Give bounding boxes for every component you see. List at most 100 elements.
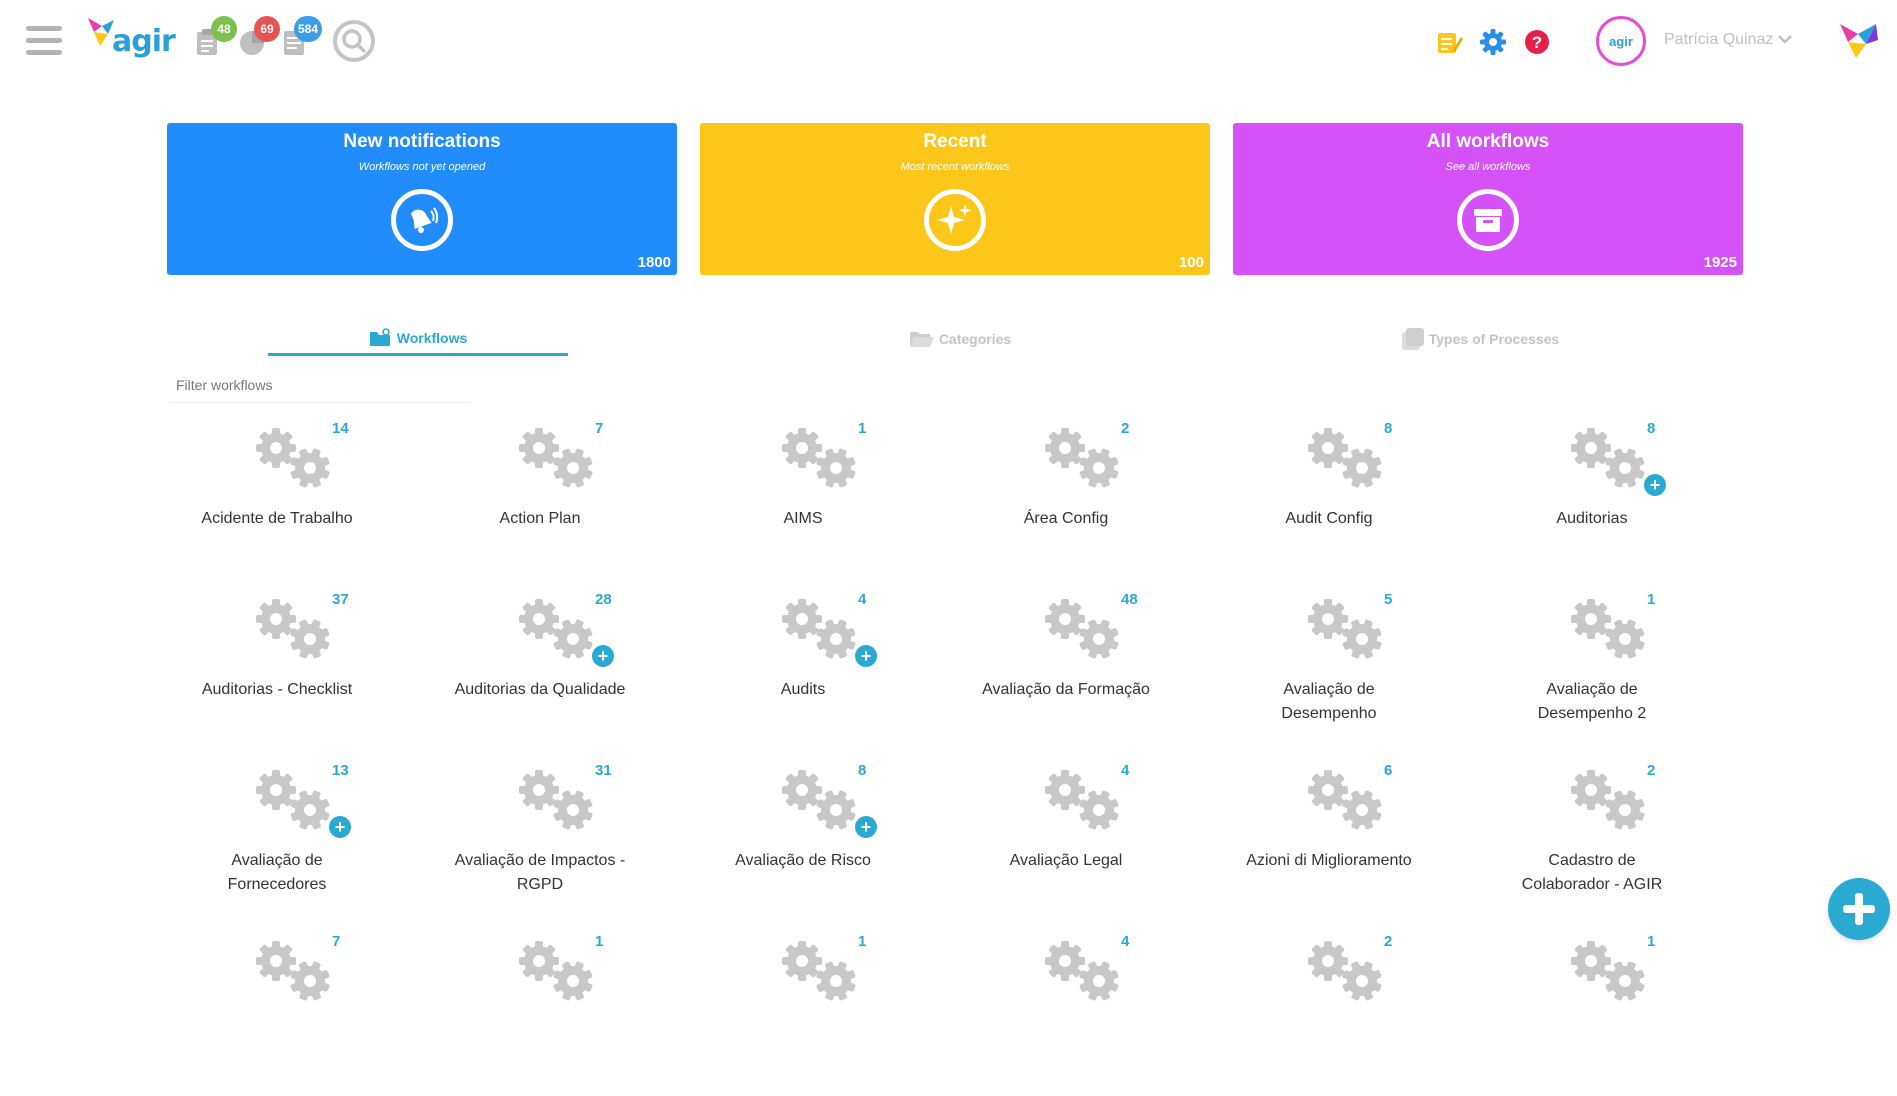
workflow-count: 5 — [1384, 591, 1393, 608]
workflow-count: 37 — [332, 591, 349, 608]
workflow-label: AIMS — [783, 510, 823, 527]
documents-shortcut[interactable]: 584 — [280, 16, 323, 58]
workflow-tile[interactable]: 2 Área Config — [959, 412, 1222, 583]
card-subtitle: Workflows not yet opened — [358, 161, 486, 173]
notes-icon — [1438, 33, 1463, 53]
notes-button[interactable] — [1435, 28, 1463, 56]
workflow-label: Audit Config — [1285, 510, 1373, 527]
reports-shortcut[interactable]: 69 — [236, 16, 280, 58]
card-count: 100 — [1178, 254, 1204, 271]
card-subtitle: Most recent workflows — [900, 161, 1010, 173]
card-title: Recent — [923, 131, 987, 152]
workflow-tile[interactable]: 8 Audit Config — [1222, 412, 1485, 583]
new-notifications-card[interactable]: New notifications Workflows not yet open… — [167, 123, 677, 275]
workflow-tile[interactable]: 4 — [959, 925, 1222, 1096]
search-button[interactable] — [333, 20, 375, 62]
workflow-tile[interactable]: 14 Acidente de Trabalho — [170, 412, 433, 583]
workflow-tile[interactable]: 4 + Audits — [696, 583, 959, 754]
workflow-count: 7 — [595, 420, 604, 437]
sparkle-icon — [924, 189, 986, 251]
workflow-count: 8 — [1384, 420, 1393, 437]
workflow-label: Auditorias — [1556, 510, 1628, 527]
recent-card[interactable]: Recent Most recent workflows 100 — [700, 123, 1210, 275]
workflow-label: Acidente de Trabalho — [201, 510, 353, 527]
workflow-label: Avaliação de Impactos - RGPD — [454, 852, 626, 893]
workflow-tile[interactable]: 2 Cadastro de Colaborador - AGIR — [1485, 754, 1748, 925]
workflow-tile[interactable]: 31 Avaliação de Impactos - RGPD — [433, 754, 696, 925]
chevron-down-icon[interactable] — [1777, 33, 1793, 45]
workflow-tile[interactable]: 6 Azioni di Miglioramento — [1222, 754, 1485, 925]
workflow-tile[interactable]: 1 Avaliação de Desempenho 2 — [1485, 583, 1748, 754]
add-instance-icon[interactable]: + — [1644, 474, 1666, 496]
tab-types-of-processes[interactable]: Types of Processes — [1330, 322, 1630, 356]
workflow-label: Avaliação de Risco — [735, 852, 871, 869]
workflow-label: Cadastro de Colaborador - AGIR — [1521, 852, 1663, 893]
workflow-count: 2 — [1647, 762, 1656, 779]
workflow-tile[interactable]: 8 + Avaliação de Risco — [696, 754, 959, 925]
add-instance-icon[interactable]: + — [329, 816, 351, 838]
workflow-tile[interactable]: 7 Action Plan — [433, 412, 696, 583]
plus-icon — [1843, 893, 1875, 925]
agir-logo[interactable]: agir — [88, 18, 180, 64]
documents-badge: 584 — [294, 16, 323, 42]
workflow-label: Área Config — [1023, 510, 1109, 527]
user-name[interactable]: Patrícia Quinaz — [1664, 31, 1773, 49]
tasks-badge: 48 — [211, 16, 237, 42]
menu-icon[interactable] — [26, 26, 62, 56]
workflow-label: Auditorias da Qualidade — [454, 681, 626, 698]
tab-label: Types of Processes — [1428, 331, 1560, 347]
add-instance-icon[interactable]: + — [592, 645, 614, 667]
archive-box-icon — [1457, 189, 1519, 251]
workflow-tile[interactable]: 1 — [433, 925, 696, 1096]
tasks-shortcut[interactable]: 48 — [193, 16, 237, 58]
filter-workflows-input[interactable] — [170, 367, 470, 403]
add-workflow-button[interactable] — [1828, 878, 1890, 940]
card-count: 1800 — [637, 254, 671, 271]
help-button[interactable]: ? — [1523, 28, 1551, 56]
workflow-count: 28 — [595, 591, 612, 608]
workflow-count: 4 — [1121, 933, 1130, 950]
workflow-label: Auditorias - Checklist — [201, 681, 353, 698]
workflow-count: 4 — [1121, 762, 1130, 779]
workflow-count: 4 — [858, 591, 867, 608]
help-icon: ? — [1525, 30, 1549, 54]
brand-mark-icon[interactable] — [1840, 22, 1880, 60]
tab-categories[interactable]: Categories — [810, 322, 1110, 356]
workflow-tile[interactable]: 4 Avaliação Legal — [959, 754, 1222, 925]
workflow-count: 1 — [595, 933, 604, 950]
all-workflows-card[interactable]: All workflows See all workflows 1925 — [1233, 123, 1743, 275]
workflow-label: Azioni di Miglioramento — [1246, 852, 1412, 869]
settings-button[interactable] — [1479, 28, 1507, 56]
avatar[interactable]: agir — [1596, 16, 1646, 66]
workflow-label: Avaliação de Desempenho 2 — [1537, 681, 1647, 722]
workflow-count: 31 — [595, 762, 612, 779]
workflow-count: 7 — [332, 933, 341, 950]
workflow-label: Avaliação de Fornecedores — [227, 852, 327, 893]
workflow-tile[interactable]: 37 Auditorias - Checklist — [170, 583, 433, 754]
stacked-squares-icon — [1401, 327, 1425, 351]
workflow-tile[interactable]: 48 Avaliação da Formação — [959, 583, 1222, 754]
workflow-tile[interactable]: 1 — [696, 925, 959, 1096]
gear-icon — [1480, 29, 1506, 55]
tab-label: Categories — [938, 331, 1012, 347]
add-instance-icon[interactable]: + — [855, 645, 877, 667]
workflow-tile[interactable]: 8 + Auditorias — [1485, 412, 1748, 583]
workflow-count: 1 — [1647, 591, 1656, 608]
workflow-count: 1 — [858, 420, 867, 437]
add-instance-icon[interactable]: + — [855, 816, 877, 838]
folder-sync-icon — [369, 327, 393, 348]
card-count: 1925 — [1703, 254, 1737, 271]
workflow-tile[interactable]: 28 + Auditorias da Qualidade — [433, 583, 696, 754]
folder-open-icon — [909, 329, 935, 349]
workflow-count: 8 — [858, 762, 867, 779]
workflow-label: Action Plan — [499, 510, 581, 527]
workflow-tile[interactable]: 5 Avaliação de Desempenho — [1222, 583, 1485, 754]
workflow-tile[interactable]: 7 — [170, 925, 433, 1096]
workflow-tile[interactable]: 1 AIMS — [696, 412, 959, 583]
workflow-label: Avaliação da Formação — [982, 681, 1150, 698]
tab-workflows[interactable]: Workflows — [268, 322, 568, 356]
workflow-tile[interactable]: 1 — [1485, 925, 1748, 1096]
card-title: All workflows — [1426, 131, 1550, 152]
workflow-tile[interactable]: 13 + Avaliação de Fornecedores — [170, 754, 433, 925]
workflow-tile[interactable]: 2 — [1222, 925, 1485, 1096]
